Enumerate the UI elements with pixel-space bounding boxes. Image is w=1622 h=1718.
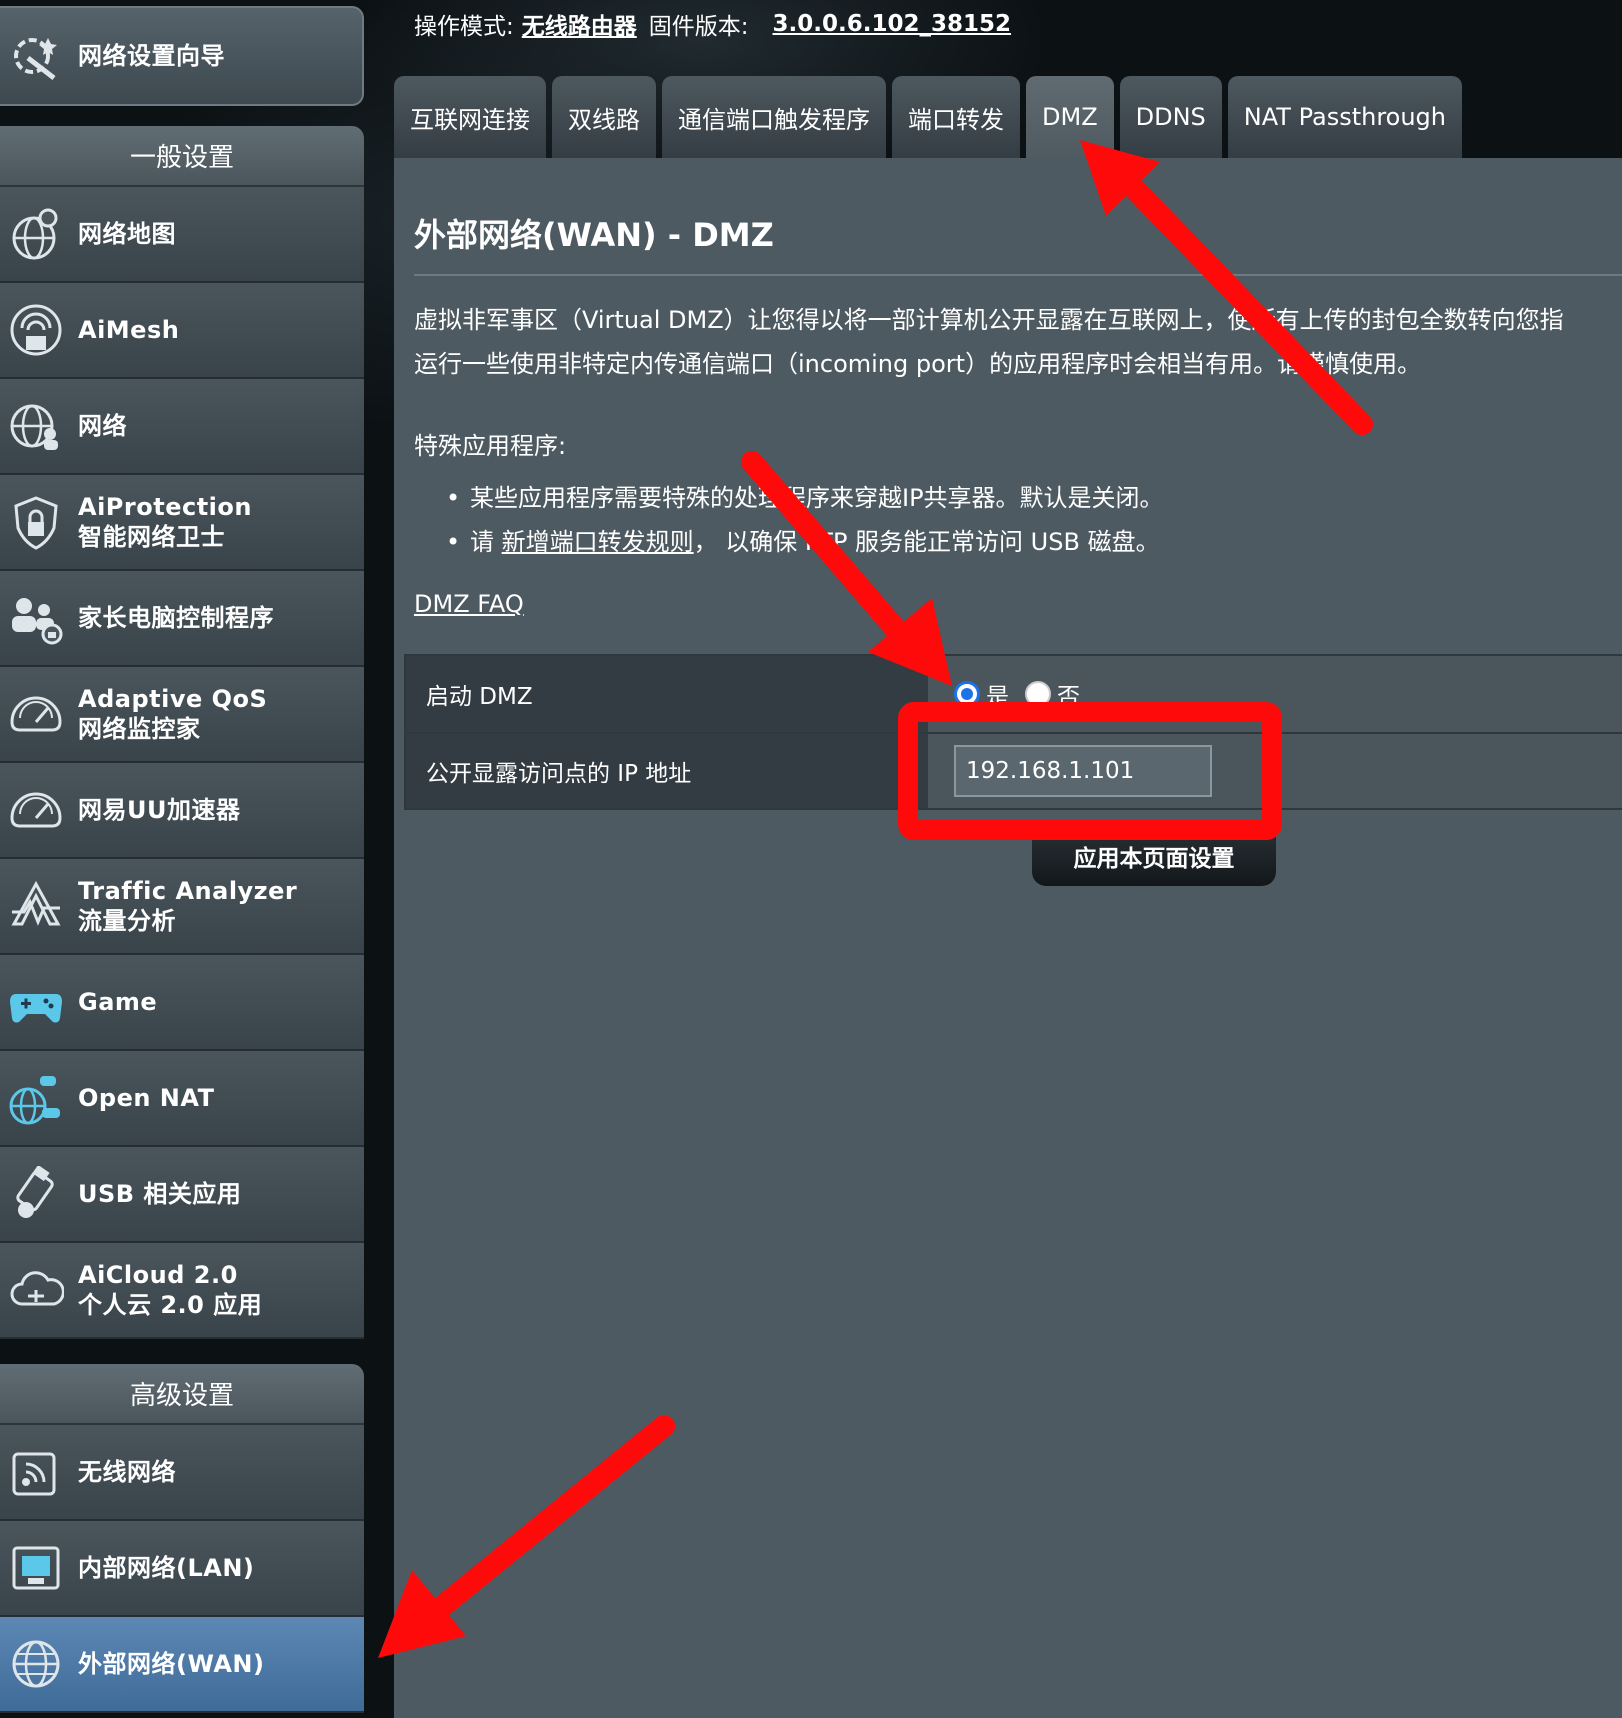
radio-label: 是 xyxy=(986,684,1009,710)
sidebar-item-label: Adaptive QoS xyxy=(78,685,268,713)
table-row: 公开显露访问点的 IP 地址 xyxy=(404,732,1622,810)
tab-dual-wan[interactable]: 双线路 xyxy=(552,76,656,158)
firmware-version-link[interactable]: 3.0.0.6.102_38152 xyxy=(773,11,1012,37)
sidebar-item-quick-setup[interactable]: 网络设置向导 xyxy=(0,6,364,106)
sidebar-item-label: 网络设置向导 xyxy=(78,42,225,70)
speedometer-icon xyxy=(4,778,68,842)
operation-mode-label: 操作模式: xyxy=(414,14,514,40)
sidebar: 网络设置向导 一般设置 网络地图 AiMesh 网络 AiProtection … xyxy=(0,0,364,1718)
bullet-text: 某些应用程序需要特殊的处理程序来穿越IP共享器。默认是关闭。 xyxy=(470,484,1164,512)
sidebar-item-network[interactable]: 网络 xyxy=(0,379,364,475)
tab-internet-connection[interactable]: 互联网连接 xyxy=(394,76,546,158)
divider xyxy=(414,274,1622,276)
sidebar-item-traffic-analyzer[interactable]: Traffic Analyzer 流量分析 xyxy=(0,859,364,955)
sidebar-item-wan[interactable]: 外部网络(WAN) xyxy=(0,1617,364,1713)
cloud-icon xyxy=(4,1258,68,1322)
firmware-label: 固件版本: xyxy=(648,14,749,40)
tab-port-forwarding[interactable]: 端口转发 xyxy=(892,76,1020,158)
dmz-settings-table: 启动 DMZ 是 否 公开显露访问点的 IP 地址 xyxy=(404,654,1622,810)
open-nat-icon xyxy=(4,1066,68,1130)
operation-mode-link[interactable]: 无线路由器 xyxy=(522,7,637,41)
sidebar-item-label: AiCloud 2.0 xyxy=(78,1261,238,1289)
exposed-ip-label: 公开显露访问点的 IP 地址 xyxy=(404,734,928,808)
list-item: 请 新增端口转发规则， 以确保 FTP 服务能正常访问 USB 磁盘。 xyxy=(446,520,1164,564)
radio-label: 否 xyxy=(1057,684,1080,710)
add-port-forward-rule-link[interactable]: 新增端口转发规则 xyxy=(502,528,694,556)
sidebar-item-label: Traffic Analyzer xyxy=(78,877,298,905)
wireless-icon xyxy=(4,1440,68,1504)
globe-icon xyxy=(4,1632,68,1696)
sidebar-item-label: AiProtection xyxy=(78,493,252,521)
lan-icon xyxy=(4,1536,68,1600)
enable-dmz-options: 是 否 xyxy=(928,656,1622,732)
sidebar-item-uu-accelerator[interactable]: 网易UU加速器 xyxy=(0,763,364,859)
sidebar-item-sublabel: 流量分析 xyxy=(78,907,176,935)
wizard-icon xyxy=(4,24,68,88)
description-line: 虚拟非军事区（Virtual DMZ）让您得以将一部计算机公开显露在互联网上，使… xyxy=(414,306,1564,334)
sidebar-item-aiprotection[interactable]: AiProtection 智能网络卫士 xyxy=(0,475,364,571)
sidebar-item-wireless[interactable]: 无线网络 xyxy=(0,1425,364,1521)
enable-dmz-no-radio[interactable] xyxy=(1025,681,1051,707)
sidebar-item-lan[interactable]: 内部网络(LAN) xyxy=(0,1521,364,1617)
special-apps-title: 特殊应用程序: xyxy=(414,432,567,460)
traffic-analyzer-icon xyxy=(4,874,68,938)
sidebar-item-open-nat[interactable]: Open NAT xyxy=(0,1051,364,1147)
advanced-settings-section: 高级设置 无线网络 内部网络(LAN) 外部网络(WAN) xyxy=(0,1364,364,1713)
exposed-ip-cell xyxy=(928,734,1622,808)
dmz-faq-link[interactable]: DMZ FAQ xyxy=(414,590,524,618)
sidebar-item-game[interactable]: Game xyxy=(0,955,364,1051)
sidebar-item-label: 内部网络(LAN) xyxy=(78,1554,255,1582)
table-row: 启动 DMZ 是 否 xyxy=(404,654,1622,732)
usb-icon xyxy=(4,1162,68,1226)
tab-ddns[interactable]: DDNS xyxy=(1119,76,1222,158)
network-map-icon xyxy=(4,202,68,266)
bullet-text: 请 xyxy=(470,528,502,556)
sidebar-item-label: USB 相关应用 xyxy=(78,1180,242,1208)
speedometer-icon xyxy=(4,682,68,746)
sidebar-item-label: 网络 xyxy=(78,412,127,440)
parental-control-icon xyxy=(4,586,68,650)
sidebar-item-sublabel: 网络监控家 xyxy=(78,715,201,743)
special-apps-list: 某些应用程序需要特殊的处理程序来穿越IP共享器。默认是关闭。 请 新增端口转发规… xyxy=(446,476,1164,564)
tab-nat-passthrough[interactable]: NAT Passthrough xyxy=(1227,76,1463,158)
sidebar-item-usb[interactable]: USB 相关应用 xyxy=(0,1147,364,1243)
description: 虚拟非军事区（Virtual DMZ）让您得以将一部计算机公开显露在互联网上，使… xyxy=(414,298,1622,386)
aimesh-icon xyxy=(4,298,68,362)
sidebar-item-parental-control[interactable]: 家长电脑控制程序 xyxy=(0,571,364,667)
topbar: 操作模式: 无线路由器 固件版本: 3.0.0.6.102_38152 xyxy=(414,6,1011,42)
sidebar-item-network-map[interactable]: 网络地图 xyxy=(0,187,364,283)
general-settings-section: 一般设置 网络地图 AiMesh 网络 AiProtection 智能网络卫士 … xyxy=(0,126,364,1339)
list-item: 某些应用程序需要特殊的处理程序来穿越IP共享器。默认是关闭。 xyxy=(446,476,1164,520)
sidebar-item-sublabel: 智能网络卫士 xyxy=(78,523,225,551)
sidebar-item-adaptive-qos[interactable]: Adaptive QoS 网络监控家 xyxy=(0,667,364,763)
sidebar-item-label: 网络地图 xyxy=(78,220,176,248)
sidebar-item-label: Game xyxy=(78,988,158,1016)
sidebar-item-label: AiMesh xyxy=(78,316,180,344)
sidebar-item-label: Open NAT xyxy=(78,1084,215,1112)
enable-dmz-label: 启动 DMZ xyxy=(404,656,928,732)
sidebar-item-sublabel: 个人云 2.0 应用 xyxy=(78,1291,263,1319)
apply-settings-button[interactable]: 应用本页面设置 xyxy=(1032,826,1276,886)
tab-port-trigger[interactable]: 通信端口触发程序 xyxy=(662,76,886,158)
sidebar-item-label: 无线网络 xyxy=(78,1458,176,1486)
sidebar-item-aicloud[interactable]: AiCloud 2.0 个人云 2.0 应用 xyxy=(0,1243,364,1339)
exposed-ip-input[interactable] xyxy=(954,745,1212,797)
globe-people-icon xyxy=(4,394,68,458)
bullet-text: ， 以确保 FTP 服务能正常访问 USB 磁盘。 xyxy=(693,528,1160,556)
tab-dmz[interactable]: DMZ xyxy=(1026,76,1114,158)
description-line: 运行一些使用非特定内传通信端口（incoming port）的应用程序时会相当有… xyxy=(414,350,1422,378)
page-title: 外部网络(WAN) - DMZ xyxy=(414,216,774,254)
sidebar-item-label: 家长电脑控制程序 xyxy=(78,604,274,632)
general-settings-header: 一般设置 xyxy=(0,126,364,187)
sidebar-item-aimesh[interactable]: AiMesh xyxy=(0,283,364,379)
shield-lock-icon xyxy=(4,490,68,554)
enable-dmz-yes-radio[interactable] xyxy=(954,681,980,707)
advanced-settings-header: 高级设置 xyxy=(0,1364,364,1425)
sidebar-item-label: 外部网络(WAN) xyxy=(78,1650,265,1678)
gamepad-icon xyxy=(4,970,68,1034)
sidebar-item-label: 网易UU加速器 xyxy=(78,796,241,824)
main-content: 外部网络(WAN) - DMZ 虚拟非军事区（Virtual DMZ）让您得以将… xyxy=(394,158,1622,1718)
tab-bar: 互联网连接 双线路 通信端口触发程序 端口转发 DMZ DDNS NAT Pas… xyxy=(394,76,1463,158)
